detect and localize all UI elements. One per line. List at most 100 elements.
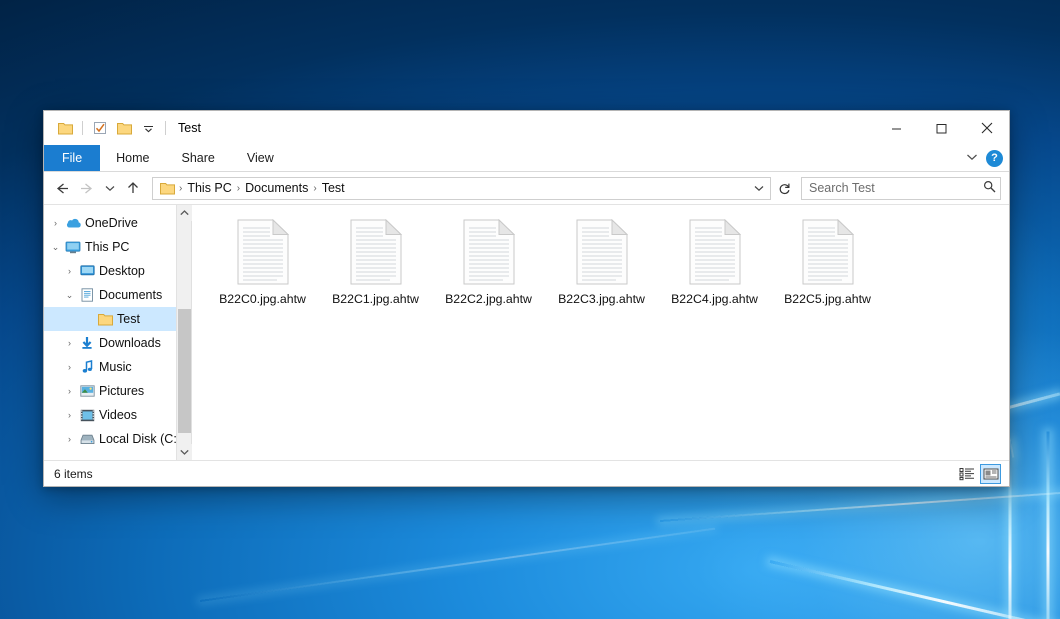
refresh-button[interactable]	[773, 177, 795, 200]
chevron-right-icon[interactable]: ›	[48, 218, 63, 228]
back-button[interactable]	[48, 175, 74, 201]
file-name-label: B22C0.jpg.ahtw	[219, 292, 306, 306]
address-dropdown-chevron-down-icon[interactable]	[750, 185, 768, 192]
sidebar-item-videos[interactable]: › Videos	[44, 403, 191, 427]
chevron-down-icon[interactable]	[137, 117, 159, 139]
sidebar-item-label: Local Disk (C:)	[97, 432, 181, 446]
maximize-button[interactable]	[919, 111, 964, 145]
scrollbar-track[interactable]	[177, 221, 192, 444]
sidebar-item-label: Music	[97, 360, 132, 374]
sidebar-item-label: Desktop	[97, 264, 145, 278]
folder-tree: › OneDrive ⌄	[44, 205, 191, 460]
item-count-label: 6 items	[54, 467, 93, 481]
list-item[interactable]: B22C3.jpg.ahtw	[545, 215, 658, 337]
list-item[interactable]: B22C4.jpg.ahtw	[658, 215, 771, 337]
sidebar-item-this-pc[interactable]: ⌄ This PC	[44, 235, 191, 259]
list-item[interactable]: B22C1.jpg.ahtw	[319, 215, 432, 337]
large-icons-view-button[interactable]	[980, 464, 1001, 484]
chevron-right-icon[interactable]: ›	[62, 434, 77, 444]
sidebar-item-local-disk-c[interactable]: › Local Disk (C:)	[44, 427, 191, 451]
music-note-icon	[77, 360, 97, 374]
chevron-right-icon[interactable]: ›	[62, 338, 77, 348]
close-button[interactable]	[964, 111, 1009, 145]
ribbon-tab-strip: File Home Share View ?	[44, 145, 1009, 172]
folder-icon	[95, 313, 115, 326]
details-view-button[interactable]	[956, 464, 977, 484]
search-box[interactable]: Search Test	[801, 177, 1001, 200]
help-question-icon[interactable]: ?	[986, 150, 1003, 167]
expand-ribbon-chevron-down-icon[interactable]	[966, 153, 978, 164]
chevron-right-icon[interactable]: ›	[62, 266, 77, 276]
chevron-right-icon[interactable]: ›	[62, 362, 77, 372]
this-pc-monitor-icon	[63, 241, 83, 254]
quick-access-toolbar	[44, 117, 170, 139]
file-name-label: B22C4.jpg.ahtw	[671, 292, 758, 306]
generic-text-document-icon	[576, 219, 628, 285]
forward-button[interactable]	[74, 175, 100, 201]
generic-text-document-icon	[350, 219, 402, 285]
breadcrumb-item-test[interactable]: Test	[318, 181, 349, 195]
wallpaper-beam	[660, 491, 1060, 522]
scroll-up-arrow-icon[interactable]	[177, 205, 192, 221]
up-button[interactable]	[120, 175, 146, 201]
chevron-right-icon[interactable]: ›	[62, 386, 77, 396]
new-folder-icon[interactable]	[113, 117, 135, 139]
breadcrumb-item-documents[interactable]: Documents	[241, 181, 312, 195]
generic-text-document-icon	[802, 219, 854, 285]
sidebar-item-music[interactable]: › Music	[44, 355, 191, 379]
breadcrumb-item-this-pc[interactable]: This PC	[183, 181, 235, 195]
chevron-down-icon[interactable]: ⌄	[62, 290, 77, 301]
downloads-arrow-icon	[77, 336, 97, 350]
title-bar[interactable]: Test	[44, 111, 1009, 145]
list-item[interactable]: B22C0.jpg.ahtw	[206, 215, 319, 337]
explorer-body: › OneDrive ⌄	[44, 204, 1009, 460]
properties-icon[interactable]	[89, 117, 111, 139]
qat-separator	[165, 121, 166, 135]
sidebar-item-label: Documents	[97, 288, 162, 302]
chevron-right-icon[interactable]: ›	[62, 410, 77, 420]
navigation-pane: › OneDrive ⌄	[44, 205, 192, 460]
sidebar-item-test[interactable]: Test	[44, 307, 191, 331]
sidebar-item-desktop[interactable]: › Desktop	[44, 259, 191, 283]
tab-share[interactable]: Share	[166, 145, 231, 171]
sidebar-item-onedrive[interactable]: › OneDrive	[44, 211, 191, 235]
desktop-icon	[77, 265, 97, 277]
sidebar-item-label: Videos	[97, 408, 137, 422]
tab-view[interactable]: View	[231, 145, 290, 171]
qat-separator	[82, 121, 83, 135]
address-bar-row: › This PC › Documents › Test Search Test	[44, 172, 1009, 204]
sidebar-item-pictures[interactable]: › Pictures	[44, 379, 191, 403]
file-name-label: B22C1.jpg.ahtw	[332, 292, 419, 306]
scrollbar-thumb[interactable]	[178, 309, 191, 433]
sidebar-item-label: This PC	[83, 240, 129, 254]
tab-file[interactable]: File	[44, 145, 100, 171]
chevron-down-icon[interactable]: ⌄	[48, 242, 63, 253]
sidebar-item-documents[interactable]: ⌄ Documents	[44, 283, 191, 307]
generic-text-document-icon	[463, 219, 515, 285]
list-item[interactable]: B22C2.jpg.ahtw	[432, 215, 545, 337]
onedrive-cloud-icon	[63, 217, 83, 229]
file-list-view[interactable]: B22C0.jpg.ahtw B22C1.jpg.	[192, 205, 1009, 460]
file-explorer-window: Test File Home Share View ?	[43, 110, 1010, 487]
hard-disk-icon	[77, 433, 97, 445]
recent-locations-chevron-down-icon[interactable]	[100, 175, 120, 201]
documents-icon	[77, 288, 97, 302]
minimize-button[interactable]	[874, 111, 919, 145]
folder-icon[interactable]	[54, 117, 76, 139]
tab-home[interactable]: Home	[100, 145, 165, 171]
wallpaper-beam	[200, 528, 715, 602]
sidebar-item-downloads[interactable]: › Downloads	[44, 331, 191, 355]
scroll-down-arrow-icon[interactable]	[177, 444, 192, 460]
address-bar[interactable]: › This PC › Documents › Test	[152, 177, 771, 200]
navigation-pane-scrollbar[interactable]	[176, 205, 191, 460]
folder-icon[interactable]	[157, 182, 178, 195]
wallpaper-beam	[770, 560, 1060, 619]
status-bar: 6 items	[44, 460, 1009, 486]
search-input[interactable]: Search Test	[809, 181, 983, 195]
ribbon-right-controls: ?	[966, 145, 1003, 172]
search-icon[interactable]	[983, 180, 996, 196]
sidebar-item-label: Test	[115, 312, 140, 326]
file-name-label: B22C2.jpg.ahtw	[445, 292, 532, 306]
generic-text-document-icon	[237, 219, 289, 285]
list-item[interactable]: B22C5.jpg.ahtw	[771, 215, 884, 337]
